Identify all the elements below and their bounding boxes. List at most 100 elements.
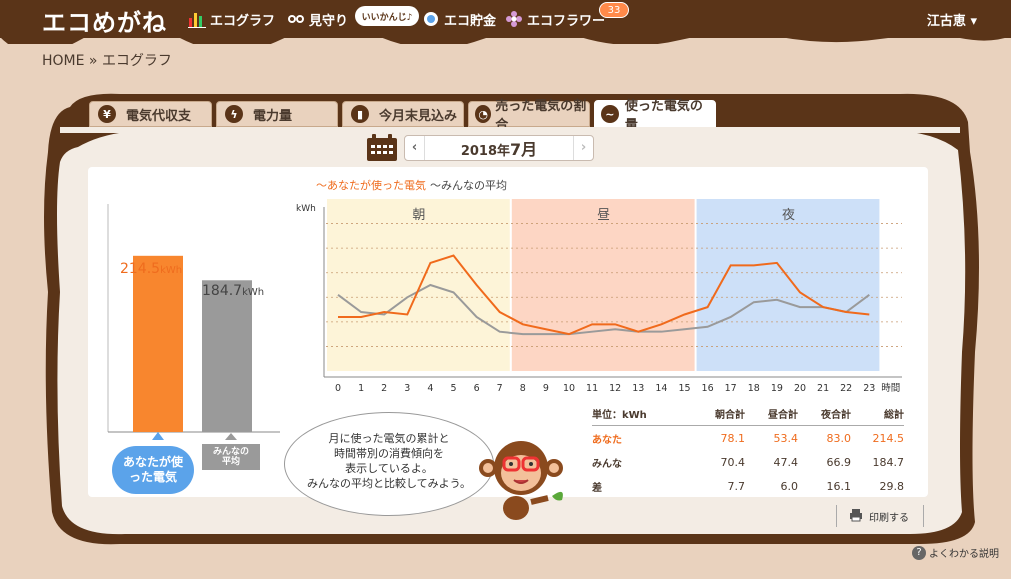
coin-icon — [422, 10, 440, 28]
tab-label: 電気代収支 — [126, 108, 192, 124]
my-total-unit: kWh — [160, 265, 183, 276]
row-label: 差 — [592, 482, 602, 494]
x-tick-label: 23 — [863, 383, 875, 394]
table-header-cell: 朝合計 — [715, 410, 745, 421]
table-cell: 29.8 — [879, 479, 905, 493]
band-1 — [511, 199, 695, 371]
speech-line: 月に使った電気の累計と — [328, 432, 450, 445]
band-0 — [327, 199, 510, 371]
speech-line: みんなの平均と比較してみよう。 — [306, 477, 471, 490]
x-tick-label: 0 — [335, 383, 341, 394]
printer-icon — [849, 508, 863, 525]
nav-item-eco-flower[interactable]: エコフラワー — [505, 9, 605, 29]
table-row: 差 7.7 6.0 16.1 29.8 — [592, 474, 904, 498]
chart-legend: 〜あなたが使った電気 〜みんなの平均 — [316, 177, 507, 193]
table-header-cell: 単位：kWh — [592, 410, 647, 421]
x-tick-label: 21 — [817, 383, 829, 394]
x-tick-label: 3 — [404, 383, 410, 394]
binoculars-icon — [287, 10, 305, 28]
year-label: 2018年 — [460, 144, 511, 159]
user-menu[interactable]: 江古恵 ▾ — [927, 10, 977, 29]
speech-line: 表示しているよ。 — [345, 462, 433, 475]
calendar-icon[interactable] — [364, 133, 400, 163]
x-tick-label: 14 — [655, 383, 667, 394]
nav-item-mimamori[interactable]: 見守り — [287, 9, 348, 29]
avg-label-line1: みんなの — [212, 447, 249, 457]
avg-usage-text: みんなの 平均 — [213, 447, 249, 467]
x-tick-label: 13 — [632, 383, 644, 394]
pie-icon: ◔ — [475, 105, 492, 123]
print-button[interactable]: 印刷する — [836, 505, 924, 527]
bar-me — [133, 255, 183, 432]
nav-label: エコフラワー — [527, 13, 606, 29]
legend-avg: 〜みんなの平均 — [430, 179, 507, 192]
table-cell: 7.7 — [727, 479, 746, 493]
x-tick-label: 1 — [358, 383, 364, 394]
tab-label: 電力量 — [253, 108, 293, 124]
band-2 — [696, 199, 880, 371]
tab-power-amount[interactable]: ϟ 電力量 — [216, 101, 338, 127]
table-header-cell: 総計 — [884, 410, 904, 421]
tab-month-end-forecast[interactable]: ▮ 今月末見込み — [342, 101, 464, 127]
band-label: 夜 — [782, 208, 795, 223]
tab-label: 今月末見込み — [379, 108, 458, 124]
my-usage-label: あなたが使った電気 — [112, 446, 194, 494]
table-cell: 53.4 — [773, 431, 799, 445]
wave-icon: ∼ — [601, 105, 619, 123]
tab-used-electricity[interactable]: ∼ 使った電気の量 — [594, 99, 716, 133]
breadcrumb: HOME » エコグラフ — [42, 53, 172, 69]
hourly-usage-line-chart: 朝昼夜kWh0 1 2 3 4 5 6 7 8 9 10 11 12 13 14 15 16 17 18 19 20 21… — [296, 199, 902, 394]
month-navigator: ‹ 2018年7月 › — [404, 135, 594, 161]
x-tick-label: 6 — [474, 383, 480, 394]
help-label: よくわかる説明 — [929, 549, 999, 560]
monthly-total-bar-chart — [107, 204, 280, 440]
help-link[interactable]: ? よくわかる説明 — [912, 545, 999, 560]
table-cell: 78.1 — [720, 431, 746, 445]
table-cell: 66.9 — [826, 455, 852, 469]
tab-baseline — [60, 127, 960, 133]
x-tick-label: 5 — [450, 383, 456, 394]
x-tick-label: 19 — [771, 383, 783, 394]
table-header-cell: 夜合計 — [821, 410, 851, 421]
usage-summary-table: 単位：kWh 朝合計 昼合計 夜合計 総計 あなた 78.1 53.4 83.0… — [592, 402, 904, 498]
current-month: 2018年7月 — [425, 136, 573, 160]
tab-electricity-balance[interactable]: ¥ 電気代収支 — [89, 101, 212, 127]
table-cell: 83.0 — [826, 431, 852, 445]
prev-month-button[interactable]: ‹ — [405, 136, 425, 160]
row-label: あなた — [592, 434, 622, 446]
nav-item-ecograph[interactable]: エコグラフ — [188, 9, 275, 29]
bar-avg — [202, 280, 252, 432]
band-label: 朝 — [412, 208, 425, 223]
x-tick-label: 11 — [586, 383, 598, 394]
avg-usage-label: みんなの 平均 — [202, 444, 260, 470]
month-label: 7月 — [510, 140, 538, 159]
table-header-cell: 昼合計 — [768, 410, 798, 421]
bar-graph-icon — [188, 10, 206, 28]
nav-item-eco-savings[interactable]: エコ貯金 — [422, 9, 496, 29]
table-cell: 214.5 — [872, 431, 905, 445]
x-tick-label: 7 — [497, 383, 503, 394]
tab-sold-ratio[interactable]: ◔ 売った電気の割合 — [468, 99, 590, 133]
my-total-value: 214.5kWh — [120, 261, 182, 277]
app-logo[interactable]: エコめがね — [42, 3, 167, 38]
mascot-speech-bubble: 月に使った電気の累計と 時間帯別の消費傾向を 表示しているよ。 みんなの平均と比… — [284, 412, 494, 516]
flower-icon — [505, 10, 523, 28]
chevron-down-icon: ▾ — [970, 14, 977, 29]
avg-label-line2: 平均 — [221, 457, 240, 467]
table-cell: 16.1 — [826, 479, 852, 493]
band-label: 昼 — [597, 208, 610, 223]
nav-label: エコ貯金 — [444, 13, 497, 29]
next-month-button[interactable]: › — [573, 136, 593, 160]
bolt-icon: ϟ — [225, 105, 243, 123]
avg-total-number: 184.7 — [202, 283, 243, 299]
x-tick-label: 16 — [702, 383, 714, 394]
pointer-arrow — [152, 432, 164, 440]
x-tick-label: 17 — [725, 383, 737, 394]
speech-line: 時間帯別の消費傾向を — [334, 447, 444, 460]
avg-total-unit: kWh — [242, 287, 265, 298]
x-tick-label: 15 — [678, 383, 690, 394]
x-axis-label: 時間 — [881, 383, 900, 394]
x-tick-label: 2 — [381, 383, 387, 394]
status-bubble: いいかんじ♪ — [355, 6, 419, 26]
my-usage-text: あなたが使った電気 — [122, 455, 183, 484]
